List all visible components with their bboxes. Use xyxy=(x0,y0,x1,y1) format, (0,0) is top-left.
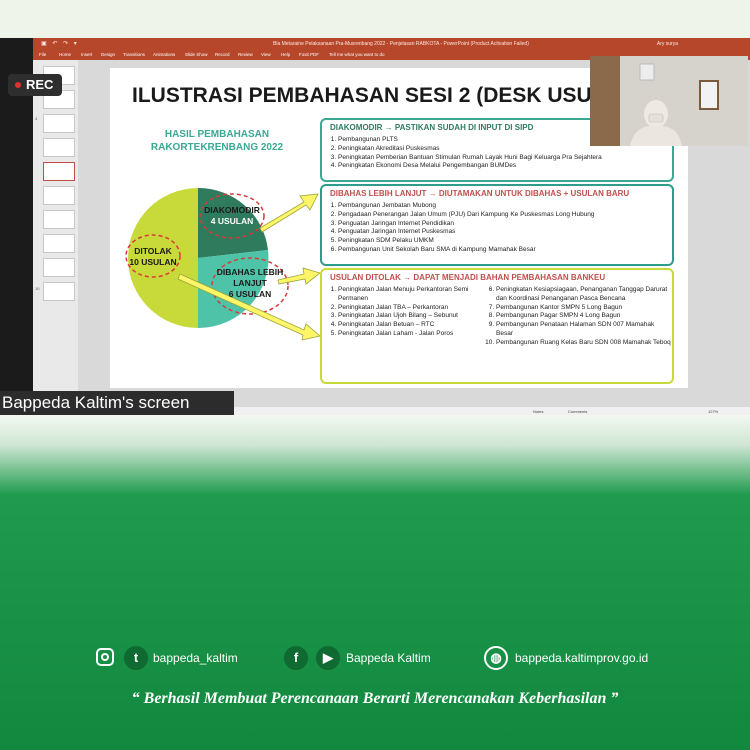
quick-access-icons[interactable]: ▣ ↶ ↷ ▾ xyxy=(41,40,79,47)
webcam-video xyxy=(590,56,748,146)
pie-label-dibahas-3: 6 USULAN xyxy=(229,289,272,299)
thumb-number: 4 xyxy=(35,116,38,121)
thumb-slide[interactable] xyxy=(43,234,75,253)
list-item: Peningkatan Jalan Betuan – RTC xyxy=(338,321,483,330)
instagram-icon[interactable] xyxy=(96,648,114,666)
thumb-slide-current[interactable] xyxy=(43,162,75,181)
box3-list-right: Peningkatan Kesiapsiagaan, Penanganan Ta… xyxy=(482,286,671,348)
tab-record[interactable]: Record xyxy=(215,52,230,57)
thumb-slide[interactable] xyxy=(43,186,75,205)
list-item: Pembangunan Jembatan Mubong xyxy=(338,202,595,211)
thumb-number: 10 xyxy=(35,286,40,291)
tab-file[interactable]: File xyxy=(39,52,46,57)
pie-label-ditolak-1: DITOLAK xyxy=(134,246,172,256)
box3-list-left: Peningkatan Jalan Menuju Perkantoran Sem… xyxy=(324,286,483,339)
globe-icon[interactable]: ◍ xyxy=(484,646,508,670)
facebook-icon[interactable]: f xyxy=(284,646,308,670)
list-item: Pembangunan Pagar SMPN 4 Long Bagun xyxy=(496,312,671,321)
thumb-slide[interactable] xyxy=(43,114,75,133)
tell-me-box[interactable]: Tell me what you want to do xyxy=(329,52,385,57)
list-item: Pembangunan PLTS xyxy=(338,136,602,145)
list-item: Peningkatan Jalan Laham - Jalan Poros xyxy=(338,330,483,339)
thumb-slide[interactable] xyxy=(43,210,75,229)
box1-header: DIAKOMODIR → PASTIKAN SUDAH DI INPUT DI … xyxy=(330,123,534,132)
box1-list: Pembangunan PLTS Peningkatan Akreditasi … xyxy=(324,136,602,171)
hasil-line2: RAKORTEKRENBANG 2022 xyxy=(150,142,284,153)
slide-title: ILUSTRASI PEMBAHASAN SESI 2 (DESK USULAN… xyxy=(132,84,642,107)
comments-button[interactable]: Comments xyxy=(568,409,587,414)
youtube-icon[interactable]: ▶ xyxy=(316,646,340,670)
footer-social: t bappeda_kaltim f ▶ Bappeda Kaltim ◍ ba… xyxy=(0,640,750,680)
website-link[interactable]: bappeda.kaltimprov.go.id xyxy=(515,651,648,665)
tab-slideshow[interactable]: Slide Show xyxy=(185,52,208,57)
tab-view[interactable]: View xyxy=(261,52,271,57)
list-item: Pembangunan Ruang Kelas Baru SDN 008 Mam… xyxy=(496,339,671,348)
social-handle[interactable]: bappeda_kaltim xyxy=(153,651,238,665)
list-item: Peningkatan Jalan TBA – Perkantoran xyxy=(338,304,483,313)
tab-animations[interactable]: Animations xyxy=(153,52,175,57)
list-item: Peningkatan SDM Pelaku UMKM xyxy=(338,237,595,246)
hasil-line1: HASIL PEMBAHASAN xyxy=(164,129,270,140)
zoom-level[interactable]: 127% xyxy=(708,409,718,414)
tab-transitions[interactable]: Transitions xyxy=(123,52,145,57)
list-item: Peningkatan Jalan Menuju Perkantoran Sem… xyxy=(338,286,483,304)
tab-insert[interactable]: Insert xyxy=(81,52,92,57)
box3-header: USULAN DITOLAK → DAPAT MENJADI BAHAN PEM… xyxy=(330,273,606,282)
hasil-heading: HASIL PEMBAHASAN RAKORTEKRENBANG 2022 xyxy=(142,128,292,154)
pie-label-diakomodir-1: DIAKOMODIR xyxy=(204,205,260,215)
tab-help[interactable]: Help xyxy=(281,52,290,57)
webcam-person-image xyxy=(590,56,748,146)
thumb-slide[interactable] xyxy=(43,138,75,157)
user-name: Ary surya xyxy=(656,41,678,47)
list-item: Peningkatan Pemberian Bantuan Stimulan R… xyxy=(338,154,602,163)
box2-list: Pembangunan Jembatan Mubong Pengadaan Pe… xyxy=(324,202,595,255)
box-ditolak: USULAN DITOLAK → DAPAT MENJADI BAHAN PEM… xyxy=(320,268,674,384)
slide-thumbnails: 4 10 xyxy=(33,60,78,410)
list-item: Pengadaan Penerangan Jalan Umum (PJU) Da… xyxy=(338,211,595,220)
pie-label-dibahas-2: LANJUT xyxy=(233,278,267,288)
screen-share-label: Bappeda Kaltim's screen xyxy=(0,391,234,415)
recording-indicator: REC xyxy=(8,74,62,96)
list-item: Peningkatan Kesiapsiagaan, Penanganan Ta… xyxy=(496,286,671,304)
list-item: Peningkatan Ekonomi Desa Melalui Pengemb… xyxy=(338,162,602,171)
shared-screen: ▣ ↶ ↷ ▾ Bla Metaraine Pelaksanaan Pra-Mu… xyxy=(0,38,750,415)
tab-home[interactable]: Home xyxy=(59,52,71,57)
arrow-to-box2 xyxy=(277,267,321,285)
twitter-icon[interactable]: t xyxy=(124,646,148,670)
list-item: Pembangunan Kantor SMPN 5 Long Bagun xyxy=(496,304,671,313)
box-dibahas: DIBAHAS LEBIH LANJUT → DIUTAMAKAN UNTUK … xyxy=(320,184,674,266)
pie-label-diakomodir-2: 4 USULAN xyxy=(211,216,254,226)
list-item: Pembangunan Penataan Halaman SDN 007 Mam… xyxy=(496,321,671,339)
list-item: Pembangunan Unit Sekolah Baru SMA di Kam… xyxy=(338,246,595,255)
thumb-slide[interactable] xyxy=(43,258,75,277)
record-dot-icon xyxy=(15,82,21,88)
list-item: Peningkatan Akreditasi Puskesmas xyxy=(338,145,602,154)
tab-foxit[interactable]: Foxit PDF xyxy=(299,52,319,57)
box2-header: DIBAHAS LEBIH LANJUT → DIUTAMAKAN UNTUK … xyxy=(330,189,630,198)
ppt-title-bar: ▣ ↶ ↷ ▾ Bla Metaraine Pelaksanaan Pra-Mu… xyxy=(33,38,750,50)
window-title: Bla Metaraine Pelaksanaan Pra-Musrenbang… xyxy=(273,41,529,47)
pie-label-ditolak-2: 10 USULAN xyxy=(129,257,176,267)
list-item: Penguatan Jaringan Internet Puskesmas xyxy=(338,228,595,237)
slogan-quote: “ Berhasil Membuat Perencanaan Berarti M… xyxy=(131,690,619,707)
arrow-to-box1 xyxy=(259,193,319,233)
pie-label-dibahas-1: DIBAHAS LEBIH xyxy=(217,267,284,277)
list-item: Peningkatan Jalan Ujoh Bilang – Sebunut xyxy=(338,312,483,321)
rec-label: REC xyxy=(26,77,54,92)
thumb-slide[interactable] xyxy=(43,282,75,301)
fb-yt-name[interactable]: Bappeda Kaltim xyxy=(346,651,431,665)
tab-review[interactable]: Review xyxy=(238,52,253,57)
list-item: Penguatan Jaringan Internet Pendidikan xyxy=(338,220,595,229)
notes-button[interactable]: Notes xyxy=(533,409,543,414)
tab-design[interactable]: Design xyxy=(101,52,115,57)
